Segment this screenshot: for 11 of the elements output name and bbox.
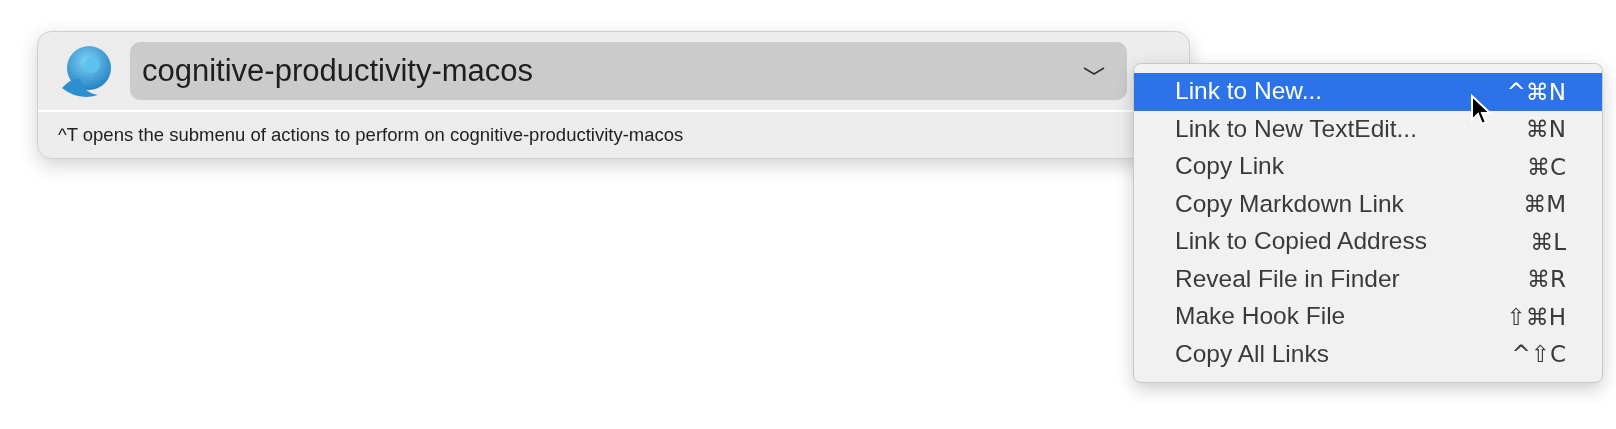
search-text: cognitive-productivity-macos <box>142 51 535 90</box>
menu-item[interactable]: Link to New... ^⌘N <box>1134 73 1602 111</box>
menu-item[interactable]: Copy All Links ^⇧C <box>1134 335 1602 373</box>
menu-item[interactable]: Make Hook File ⇧⌘H <box>1134 298 1602 336</box>
menu-item[interactable]: Copy Markdown Link ⌘M <box>1134 185 1602 223</box>
menu-item[interactable]: Reveal File in Finder ⌘R <box>1134 260 1602 298</box>
menu-item[interactable]: Link to Copied Address ⌘L <box>1134 223 1602 261</box>
menu-item[interactable]: Link to New TextEdit... ⌘N <box>1134 110 1602 148</box>
search-field[interactable]: cognitive-productivity-macos <box>130 42 1127 100</box>
hint-text: ^T opens the submenu of actions to perform on cognitive-productivity-macos <box>58 123 684 148</box>
menu-item[interactable]: Copy Link ⌘C <box>1134 148 1602 186</box>
